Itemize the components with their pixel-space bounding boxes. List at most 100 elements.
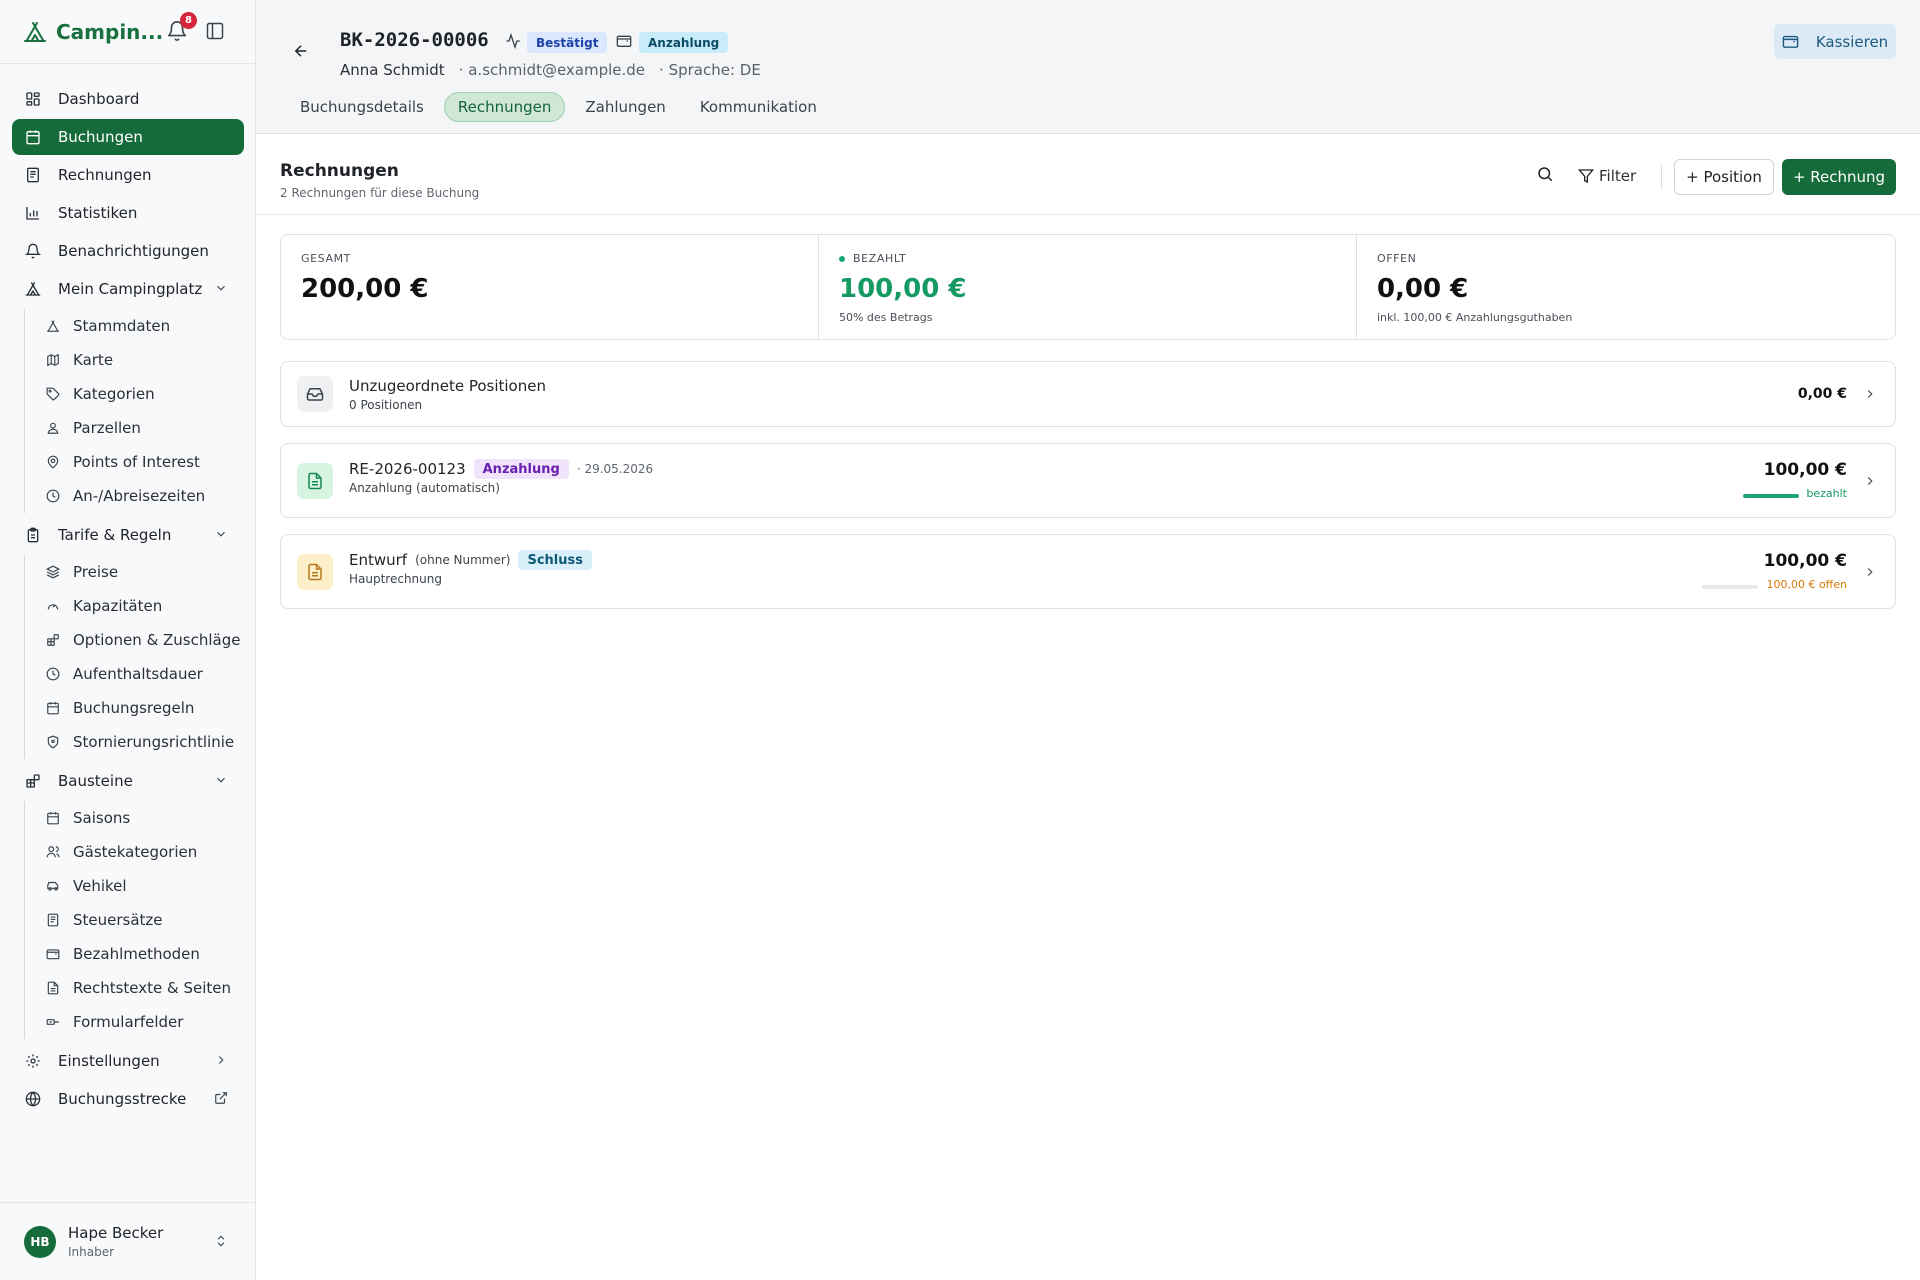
notification-count-badge: 8: [180, 12, 197, 29]
add-invoice-button[interactable]: + Rechnung: [1782, 159, 1896, 195]
calendar-icon: [45, 700, 61, 716]
chevron-down-icon: [214, 527, 230, 543]
customer-line: Anna Schmidt · a.schmidt@example.de · Spra…: [340, 61, 761, 79]
sidebar-item-statistiken[interactable]: Statistiken: [12, 195, 244, 231]
sidebar-item-label: Kategorien: [73, 385, 155, 403]
booking-id: BK-2026-00006: [340, 29, 489, 51]
arrow-left-icon[interactable]: [292, 42, 312, 62]
sidebar-item-saisons[interactable]: Saisons: [35, 801, 244, 835]
sidebar-item-stammdaten[interactable]: Stammdaten: [35, 309, 244, 343]
sidebar-item-aufenthaltsdauer[interactable]: Aufenthaltsdauer: [35, 657, 244, 691]
chevron-right-icon: [1863, 564, 1879, 580]
clock-icon: [45, 666, 61, 682]
sidebar-item-formularfelder[interactable]: Formularfelder: [35, 1005, 244, 1039]
payment-status-badge: Anzahlung: [639, 32, 729, 53]
unassigned-positions-row[interactable]: Unzugeordnete Positionen 0 Positionen 0,…: [280, 361, 1896, 427]
payment-progress-bar: [1702, 585, 1758, 589]
inbox-icon: [297, 376, 333, 412]
customer-language: · Sprache: DE: [659, 61, 761, 79]
sidebar-item-einstellungen[interactable]: Einstellungen: [12, 1043, 244, 1079]
external-link-icon: [214, 1091, 230, 1107]
sidebar-toggle-icon[interactable]: [205, 21, 227, 43]
sidebar-item-label: Stornierungsrichtlinie: [73, 733, 235, 751]
sidebar-item-label: Karte: [73, 351, 114, 369]
sidebar-item-benachrichtigungen[interactable]: Benachrichtigungen: [12, 233, 244, 269]
unassigned-title: Unzugeordnete Positionen: [349, 377, 546, 395]
sidebar-item-karte[interactable]: Karte: [35, 343, 244, 377]
chevron-right-icon: [1863, 473, 1879, 489]
tab-rechnungen[interactable]: Rechnungen: [443, 92, 566, 122]
invoice-number: Entwurf: [349, 551, 408, 569]
sidebar-item-an-abreisezeiten[interactable]: An-/Abreisezeiten: [35, 479, 244, 513]
search-icon[interactable]: [1536, 165, 1558, 187]
sidebar-item-label: Stammdaten: [73, 317, 171, 335]
brand-name[interactable]: Campin...: [56, 20, 178, 44]
summary-open-note: inkl. 100,00 € Anzahlungsguthaben: [1376, 311, 1573, 324]
bar-chart-icon: [24, 204, 42, 222]
chevron-down-icon: [214, 281, 230, 297]
car-icon: [45, 878, 61, 894]
sidebar-item-label: Rechnungen: [58, 166, 152, 184]
sidebar-item-kapazitaeten[interactable]: Kapazitäten: [35, 589, 244, 623]
kassieren-button[interactable]: Kassieren: [1774, 24, 1896, 59]
filter-icon: [1578, 168, 1594, 184]
users-icon: [45, 844, 61, 860]
sidebar-item-buchungsregeln[interactable]: Buchungsregeln: [35, 691, 244, 725]
sidebar-item-gaestekategorien[interactable]: Gästekategorien: [35, 835, 244, 869]
tent-icon: [24, 280, 42, 298]
tab-zahlungen[interactable]: Zahlungen: [571, 92, 679, 122]
sidebar-item-stornierungsrichtlinie[interactable]: Stornierungsrichtlinie: [35, 725, 244, 759]
sidebar-item-preise[interactable]: Preise: [35, 555, 244, 589]
invoice-row[interactable]: RE-2026-00123 Anzahlung · 29.05.2026 Anz…: [280, 443, 1896, 518]
sidebar-item-optionen-zuschlaege[interactable]: Optionen & Zuschläge: [35, 623, 244, 657]
chevron-right-icon: [214, 1053, 230, 1069]
sidebar-item-points-of-interest[interactable]: Points of Interest: [35, 445, 244, 479]
summary-total-value: 200,00 €: [301, 274, 429, 304]
plot-icon: [45, 420, 61, 436]
sidebar-group-tarife-regeln[interactable]: Tarife & Regeln: [12, 517, 244, 553]
sidebar-item-kategorien[interactable]: Kategorien: [35, 377, 244, 411]
sidebar-item-label: Buchungsregeln: [73, 699, 195, 717]
tab-kommunikation[interactable]: Kommunikation: [686, 92, 831, 122]
user-profile[interactable]: HB Hape Becker Inhaber: [0, 1202, 256, 1280]
sidebar-item-buchungsstrecke[interactable]: Buchungsstrecke: [12, 1081, 244, 1117]
map-icon: [45, 352, 61, 368]
sidebar-group-mein-campingplatz[interactable]: Mein Campingplatz: [12, 271, 244, 307]
globe-icon: [24, 1090, 42, 1108]
sidebar-item-parzellen[interactable]: Parzellen: [35, 411, 244, 445]
sidebar-item-label: Gästekategorien: [73, 843, 198, 861]
sidebar-item-rechtstexte-seiten[interactable]: Rechtstexte & Seiten: [35, 971, 244, 1005]
blocks-icon: [45, 632, 61, 648]
gear-icon: [24, 1052, 42, 1070]
chevron-down-icon: [214, 773, 230, 789]
sidebar-item-buchungen[interactable]: Buchungen: [12, 119, 244, 155]
tab-buchungsdetails[interactable]: Buchungsdetails: [286, 92, 438, 122]
invoice-summary: GESAMT 200,00 € BEZAHLT 100,00 € 50% des…: [280, 234, 1896, 340]
filter-button[interactable]: Filter: [1578, 160, 1636, 192]
sidebar-item-label: Buchungsstrecke: [58, 1090, 187, 1108]
sidebar-item-label: Saisons: [73, 809, 131, 827]
sidebar-item-rechnungen[interactable]: Rechnungen: [12, 157, 244, 193]
invoice-number-note: (ohne Nummer): [415, 553, 511, 567]
customer-name: Anna Schmidt: [340, 61, 445, 79]
sidebar: Campin... 8 Dashboard Buchungen Rechnung…: [0, 0, 256, 1280]
sidebar-item-steuersaetze[interactable]: Steuersätze: [35, 903, 244, 937]
booking-tabs: Buchungsdetails Rechnungen Zahlungen Kom…: [286, 92, 837, 122]
invoice-title: RE-2026-00123 Anzahlung · 29.05.2026: [349, 459, 653, 479]
summary-open-value: 0,00 €: [1376, 274, 1469, 304]
summary-open-label: OFFEN: [1376, 252, 1417, 265]
sidebar-group-bausteine[interactable]: Bausteine: [12, 763, 244, 799]
invoice-status: 100,00 € offen: [1766, 578, 1847, 591]
sidebar-item-bezahlmethoden[interactable]: Bezahlmethoden: [35, 937, 244, 971]
invoice-row[interactable]: Entwurf (ohne Nummer) Schluss Hauptrechn…: [280, 534, 1896, 609]
invoice-amount: 100,00 €: [1763, 460, 1847, 480]
sidebar-item-label: Rechtstexte & Seiten: [73, 979, 232, 997]
add-position-button[interactable]: + Position: [1674, 159, 1774, 195]
sidebar-item-label: An-/Abreisezeiten: [73, 487, 206, 505]
gauge-icon: [45, 598, 61, 614]
dashboard-icon: [24, 90, 42, 108]
sidebar-item-dashboard[interactable]: Dashboard: [12, 81, 244, 117]
kassieren-label: Kassieren: [1815, 32, 1889, 51]
invoice-subtitle: Hauptrechnung: [349, 572, 442, 586]
sidebar-item-vehikel[interactable]: Vehikel: [35, 869, 244, 903]
